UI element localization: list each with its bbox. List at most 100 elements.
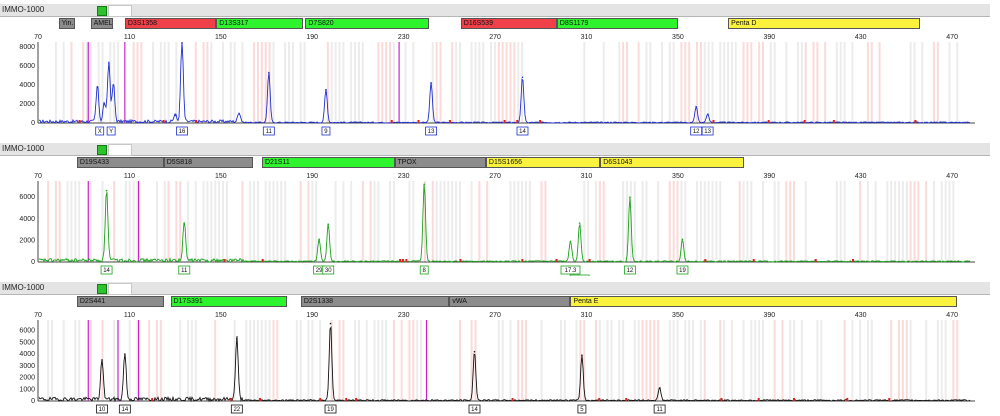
locus-pentae[interactable]: Penta E (570, 296, 957, 307)
allele-bin (509, 181, 512, 262)
allele-bin (66, 181, 69, 262)
sample-name: IMMO-1000 (2, 5, 45, 14)
peak-point (103, 103, 106, 105)
allele-bin (187, 181, 190, 262)
artifact-marker (792, 398, 795, 401)
allele-bin (334, 42, 337, 123)
allele-bin (136, 42, 139, 123)
artifact-marker (355, 398, 358, 401)
allele-bin (800, 42, 803, 123)
allele-bin (921, 42, 924, 123)
panel-toggle[interactable] (108, 144, 132, 156)
allele-bin (901, 181, 904, 262)
allele-bin (762, 320, 765, 401)
allele-bin (113, 42, 116, 123)
locus-tpox[interactable]: TPOX (394, 157, 486, 168)
artifact-marker (803, 120, 806, 123)
locus-d2s441[interactable]: D2S441 (76, 296, 164, 307)
locus-d13s317[interactable]: D13S317 (216, 18, 304, 29)
status-indicator-icon[interactable] (97, 145, 107, 155)
allele-bin (478, 181, 481, 262)
artifact-marker (230, 398, 233, 401)
allele-bin (742, 42, 745, 123)
locus-d8s1179[interactable]: D8S1179 (556, 18, 678, 29)
peak-point (112, 84, 115, 86)
locus-d19s433[interactable]: D19S433 (76, 157, 164, 168)
y-tick-label: 6000 (19, 194, 35, 201)
allele-call-label: Y (109, 129, 113, 135)
status-indicator-icon[interactable] (97, 284, 107, 294)
panel-toggle[interactable] (108, 5, 132, 17)
allele-bin (789, 181, 792, 262)
allele-bin (439, 181, 442, 262)
allele-bin (796, 42, 799, 123)
peak-point (105, 189, 108, 192)
allele-bin (70, 181, 73, 262)
allele-bin (54, 181, 57, 262)
allele-bin (361, 181, 364, 262)
artifact-marker (846, 398, 849, 401)
allele-bin (890, 181, 893, 262)
locus-d5s818[interactable]: D5S818 (163, 157, 253, 168)
locus-amel[interactable]: AMEL (90, 18, 114, 29)
allele-bin (319, 320, 322, 401)
locus-yin[interactable]: Yin... (58, 18, 75, 29)
allele-bin (948, 42, 951, 123)
electropherogram-plot[interactable]: 70 110 150 190 230 270 310 350 390 430 47080006000… (0, 31, 990, 137)
electropherogram-plot[interactable]: 70 110 150 190 230 270 310 350 390 430 47060005000… (0, 309, 990, 415)
allele-bin (672, 320, 675, 401)
locus-d17s391[interactable]: D17S391 (170, 296, 288, 307)
allele-bin (89, 181, 92, 262)
allele-bin (633, 320, 636, 401)
allele-bin (221, 42, 224, 123)
artifact-marker (345, 398, 348, 401)
locus-d2s1338[interactable]: D2S1338 (300, 296, 450, 307)
peak-point (124, 353, 126, 355)
allele-bin (493, 42, 496, 123)
allele-call-label: 14 (519, 129, 526, 135)
allele-bin (272, 42, 275, 123)
peak-point (329, 322, 332, 325)
x-tick-label: 430 (855, 34, 867, 41)
allele-bin (730, 320, 733, 401)
allele-bin (163, 42, 166, 123)
allele-bin (253, 181, 256, 262)
locus-d21s11[interactable]: D21S11 (261, 157, 395, 168)
allele-bin (909, 320, 912, 401)
artifact-marker (814, 259, 817, 262)
locus-d3s1358[interactable]: D3S1358 (124, 18, 217, 29)
peak-point (96, 85, 99, 88)
allele-bin (179, 181, 182, 262)
allele-call-label: 14 (103, 268, 110, 274)
allele-bin (194, 181, 197, 262)
locus-pentad[interactable]: Penta D (728, 18, 921, 29)
signal-trace (38, 184, 971, 264)
allele-bin (583, 42, 586, 123)
locus-d7s820[interactable]: D7S820 (305, 18, 429, 29)
allele-bin (307, 320, 310, 401)
x-tick-label: 230 (398, 34, 410, 41)
peak-point (327, 223, 330, 225)
locus-d6s1043[interactable]: D6S1043 (600, 157, 745, 168)
allele-bin (451, 181, 454, 262)
allele-bin (835, 181, 838, 262)
allele-bin (637, 42, 640, 123)
artifact-marker (151, 398, 154, 401)
locus-d16s539[interactable]: D16S539 (460, 18, 557, 29)
locus-d15s1656[interactable]: D15S1656 (485, 157, 601, 168)
allele-bin (117, 42, 120, 123)
peak-point (521, 76, 524, 79)
locus-vwa[interactable]: vWA (449, 296, 571, 307)
electropherogram-plot[interactable]: 70 110 150 190 230 270 310 350 390 430 47060004000… (0, 170, 990, 276)
allele-bin (416, 320, 419, 401)
allele-bin (140, 42, 143, 123)
artifact-marker (539, 120, 542, 123)
panel-toggle[interactable] (108, 283, 132, 295)
status-indicator-icon[interactable] (97, 6, 107, 16)
allele-bin (190, 320, 193, 401)
x-tick-label: 270 (489, 34, 501, 41)
x-tick-label: 190 (306, 34, 318, 41)
allele-bin (113, 320, 116, 401)
allele-bin (128, 320, 131, 401)
allele-call-label: 10 (99, 407, 106, 413)
